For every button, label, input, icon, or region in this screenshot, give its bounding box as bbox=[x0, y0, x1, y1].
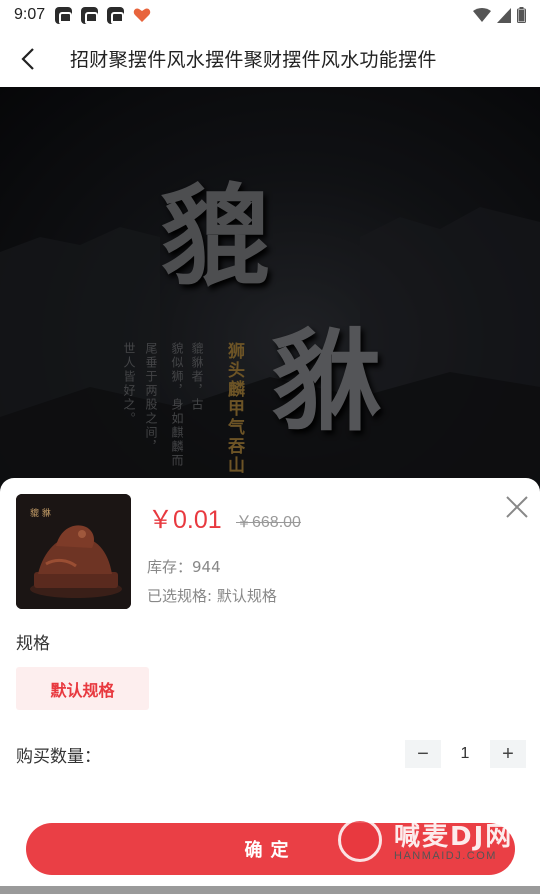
watermark-url: HANMAIDJ.COM bbox=[394, 850, 497, 862]
current-price: ￥0.01 bbox=[148, 506, 222, 534]
quantity-label: 购买数量： bbox=[16, 747, 101, 767]
pixiu-figurine-image: 貔 貅 bbox=[16, 494, 131, 609]
watermark-text: 喊麦DJ网 bbox=[394, 822, 514, 852]
chevron-left-icon bbox=[21, 47, 34, 70]
navigation-header: 招财聚摆件风水摆件聚财摆件风水功能摆件 bbox=[0, 30, 540, 87]
signal-icon bbox=[497, 7, 511, 23]
original-price: ￥668.00 bbox=[236, 514, 301, 531]
stock-count: 库存：944 bbox=[147, 558, 221, 576]
quantity-input[interactable]: 1 bbox=[442, 740, 488, 768]
wifi-icon bbox=[473, 7, 491, 22]
heart-notification-icon bbox=[133, 8, 151, 22]
battery-icon bbox=[517, 7, 526, 23]
product-thumbnail: 貔 貅 bbox=[16, 494, 131, 609]
app-notification-icon bbox=[81, 6, 99, 24]
system-navigation-bar bbox=[0, 886, 540, 894]
quantity-increase-button[interactable]: + bbox=[490, 740, 526, 768]
quantity-decrease-button[interactable]: − bbox=[405, 740, 441, 768]
status-bar: 9:07 bbox=[0, 0, 540, 30]
back-button[interactable] bbox=[0, 30, 56, 87]
selected-spec-text: 已选规格: 默认规格 bbox=[147, 587, 277, 605]
close-icon bbox=[506, 496, 528, 518]
svg-text:貔 貅: 貔 貅 bbox=[30, 507, 51, 519]
close-button[interactable] bbox=[504, 494, 530, 520]
site-watermark: 喊麦DJ网 HANMAIDJ.COM bbox=[332, 812, 537, 874]
spec-option-default[interactable]: 默认规格 bbox=[16, 667, 149, 710]
status-indicators bbox=[473, 7, 526, 23]
app-notification-icon bbox=[55, 6, 73, 24]
status-time: 9:07 bbox=[14, 6, 46, 23]
watermark-logo-icon bbox=[338, 818, 382, 862]
app-notification-icon bbox=[107, 6, 125, 24]
spec-section-title: 规格 bbox=[16, 634, 50, 654]
page-title: 招财聚摆件风水摆件聚财摆件风水功能摆件 bbox=[70, 49, 437, 71]
